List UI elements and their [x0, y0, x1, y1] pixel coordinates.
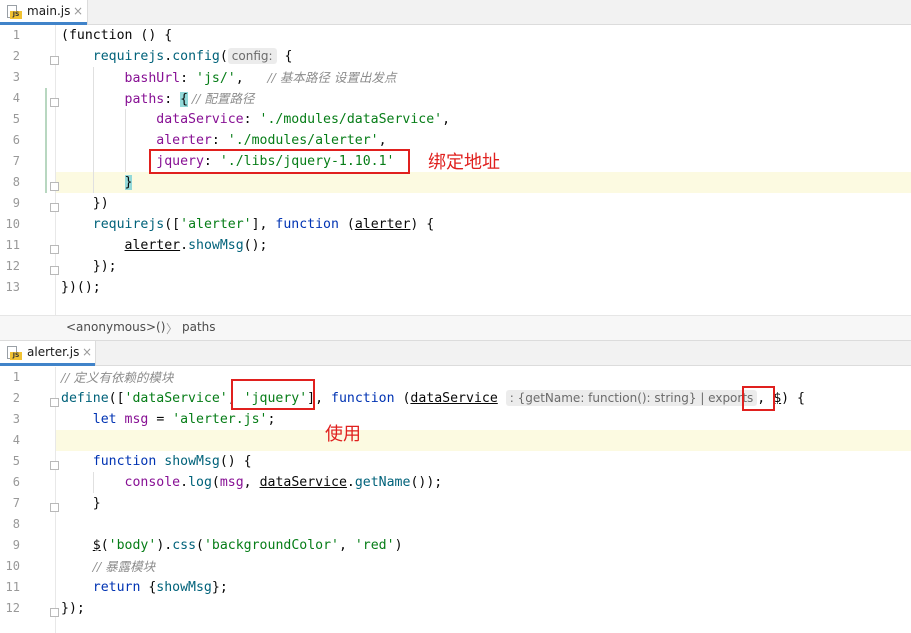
breadcrumb-separator-icon: 〉	[166, 322, 179, 336]
fold-icon[interactable]	[50, 461, 59, 470]
code-line[interactable]: })();	[61, 277, 911, 298]
breadcrumb: <anonymous>() 〉 paths	[0, 315, 911, 341]
code-line[interactable]: })	[61, 193, 911, 214]
editor-main-js[interactable]: 1 2 3 4 5 6 7 8 9 10 11 12 13 (function …	[0, 25, 911, 315]
code-line[interactable]: bashUrl: 'js/', // 基本路径 设置出发点	[61, 67, 911, 88]
code-line[interactable]: requirejs.config(config: {	[61, 46, 911, 67]
code-line[interactable]: });	[61, 598, 911, 619]
top-tab-bar: JS main.js ×	[0, 0, 911, 25]
line-number: 2	[12, 391, 20, 405]
bottom-tab-bar: JS alerter.js ×	[0, 341, 911, 366]
tab-label: main.js	[27, 4, 71, 18]
code-line[interactable]: console.log(msg, dataService.getName());	[61, 472, 911, 493]
highlight-box-jquery-path	[149, 149, 410, 174]
line-number: 11	[5, 580, 20, 594]
code-line[interactable]: define(['dataService', 'jquery'], functi…	[61, 388, 911, 409]
code-line[interactable]	[61, 430, 911, 451]
line-number: 10	[5, 559, 20, 573]
annotation-bind-address: 绑定地址	[428, 152, 500, 173]
line-number: 12	[5, 601, 20, 615]
code-line[interactable]: // 暴露模块	[61, 556, 911, 577]
highlight-box-jquery-dependency	[231, 379, 315, 410]
close-icon[interactable]: ×	[73, 4, 83, 18]
line-number: 5	[12, 112, 20, 126]
fold-icon[interactable]	[50, 182, 59, 191]
line-number: 10	[5, 217, 20, 231]
tab-main-js[interactable]: JS main.js ×	[0, 0, 88, 25]
line-number: 4	[12, 433, 20, 447]
breadcrumb-item[interactable]: <anonymous>()	[66, 320, 165, 334]
line-number: 13	[5, 280, 20, 294]
code-line[interactable]: alerter.showMsg();	[61, 235, 911, 256]
code-line[interactable]: });	[61, 256, 911, 277]
line-number: 9	[12, 538, 20, 552]
highlight-box-dollar-param	[742, 386, 775, 411]
fold-icon[interactable]	[50, 608, 59, 617]
type-hint: : {getName: function(): string} | export…	[505, 390, 758, 406]
line-number: 12	[5, 259, 20, 273]
code-line[interactable]: function showMsg() {	[61, 451, 911, 472]
code-line[interactable]: return {showMsg};	[61, 577, 911, 598]
line-number: 3	[12, 70, 20, 84]
line-number: 3	[12, 412, 20, 426]
code-line[interactable]: }	[61, 493, 911, 514]
line-number: 6	[12, 475, 20, 489]
code-line[interactable]: (function () {	[61, 25, 911, 46]
fold-icon[interactable]	[50, 398, 59, 407]
fold-icon[interactable]	[50, 245, 59, 254]
parameter-hint: config:	[227, 48, 277, 64]
line-number: 7	[12, 496, 20, 510]
fold-icon[interactable]	[50, 56, 59, 65]
code-line[interactable]: // 定义有依赖的模块	[61, 367, 911, 388]
line-number: 8	[12, 175, 20, 189]
vcs-change-marker	[45, 88, 47, 193]
code-line[interactable]	[61, 514, 911, 535]
line-number: 1	[12, 28, 20, 42]
js-file-icon: JS	[7, 346, 22, 360]
line-number: 6	[12, 133, 20, 147]
code-line[interactable]: let msg = 'alerter.js';	[61, 409, 911, 430]
code-line[interactable]: requirejs(['alerter'], function (alerter…	[61, 214, 911, 235]
line-number: 4	[12, 91, 20, 105]
breadcrumb-item[interactable]: paths	[182, 320, 216, 334]
line-number: 9	[12, 196, 20, 210]
fold-icon[interactable]	[50, 266, 59, 275]
line-number: 2	[12, 49, 20, 63]
fold-icon[interactable]	[50, 503, 59, 512]
tab-alerter-js[interactable]: JS alerter.js ×	[0, 341, 96, 366]
line-number: 8	[12, 517, 20, 531]
code-line[interactable]: }	[61, 172, 911, 193]
tab-label: alerter.js	[27, 345, 80, 359]
editor-alerter-js[interactable]: 1 2 3 4 5 6 7 8 9 10 11 12 // 定义有依赖的模块 d…	[0, 367, 911, 633]
close-icon[interactable]: ×	[82, 345, 92, 359]
code-line[interactable]: paths: { // 配置路径	[61, 88, 911, 109]
line-number: 1	[12, 370, 20, 384]
line-number: 5	[12, 454, 20, 468]
line-number: 11	[5, 238, 20, 252]
js-file-icon: JS	[7, 5, 22, 19]
line-number: 7	[12, 154, 20, 168]
fold-icon[interactable]	[50, 98, 59, 107]
code-line[interactable]: dataService: './modules/dataService',	[61, 109, 911, 130]
annotation-use: 使用	[325, 424, 361, 445]
code-line[interactable]: $('body').css('backgroundColor', 'red')	[61, 535, 911, 556]
fold-icon[interactable]	[50, 203, 59, 212]
